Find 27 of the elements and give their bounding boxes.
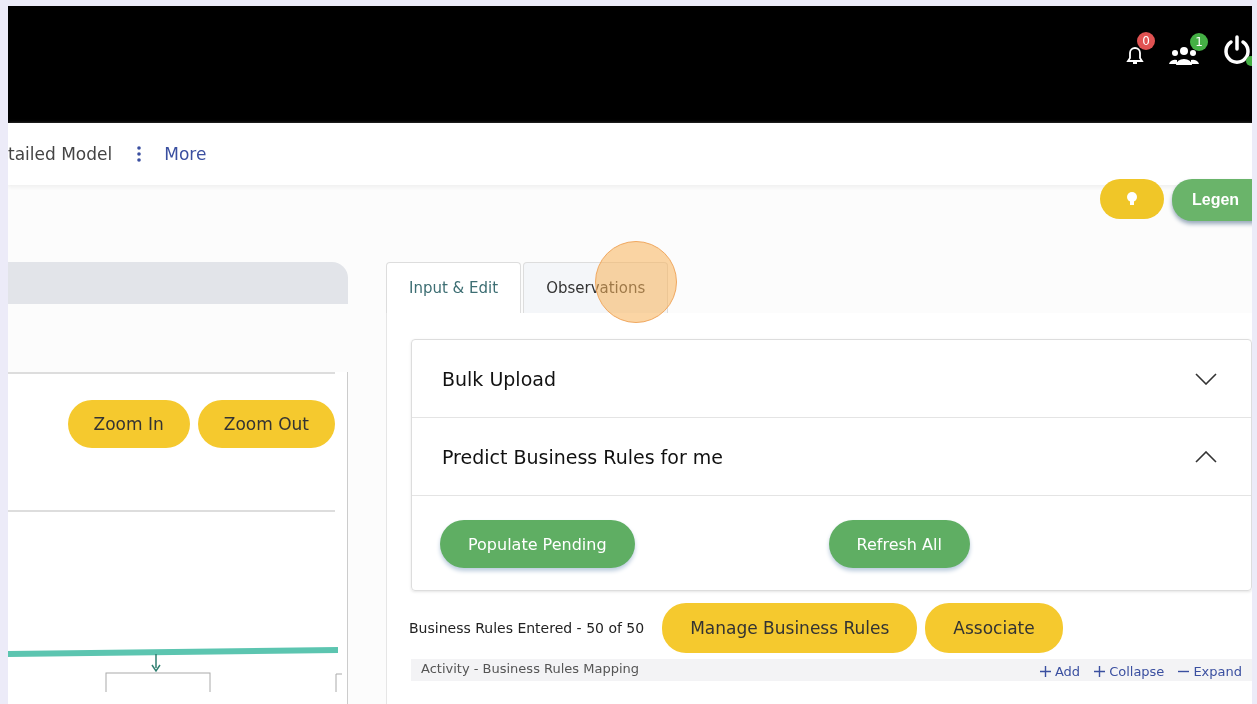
more-menu[interactable]: More [164, 144, 207, 164]
table-action-link[interactable]: Expand [1178, 661, 1242, 681]
plus-icon [1094, 665, 1106, 677]
rules-button[interactable]: Manage Business Rules [662, 603, 918, 653]
accordion-header[interactable]: Predict Business Rules for me [412, 418, 1251, 496]
nav-item[interactable]: tailed Model [8, 144, 113, 164]
accordion-title: Predict Business Rules for me [442, 445, 723, 468]
accordion-title: Bulk Upload [442, 367, 556, 390]
table-action-link[interactable]: Add [1039, 661, 1081, 681]
zoom-button[interactable]: Zoom Out [197, 400, 335, 448]
users-icon [1169, 44, 1199, 66]
rules-summary: Business Rules Entered - 50 of 50 [409, 620, 645, 636]
zoom-button[interactable]: Zoom In [67, 400, 190, 448]
accordion-header[interactable]: Bulk Upload [412, 340, 1251, 418]
tab[interactable]: Input & Edit [386, 262, 522, 313]
table-action-link[interactable]: Collapse [1094, 661, 1165, 681]
table-title: Activity - Business Rules Mapping [421, 661, 640, 678]
lightbulb-icon [1126, 191, 1138, 207]
more-vertical-icon [136, 145, 143, 163]
plus-icon [1039, 665, 1051, 677]
notifications-button[interactable]: 0 [1124, 32, 1155, 67]
notification-count-badge: 0 [1137, 32, 1155, 50]
rules-button[interactable]: Associate [925, 603, 1063, 653]
power-icon [1222, 33, 1252, 66]
users-count-badge: 1 [1190, 33, 1208, 51]
power-button[interactable] [1222, 33, 1252, 66]
tab[interactable]: Observations [523, 262, 669, 313]
